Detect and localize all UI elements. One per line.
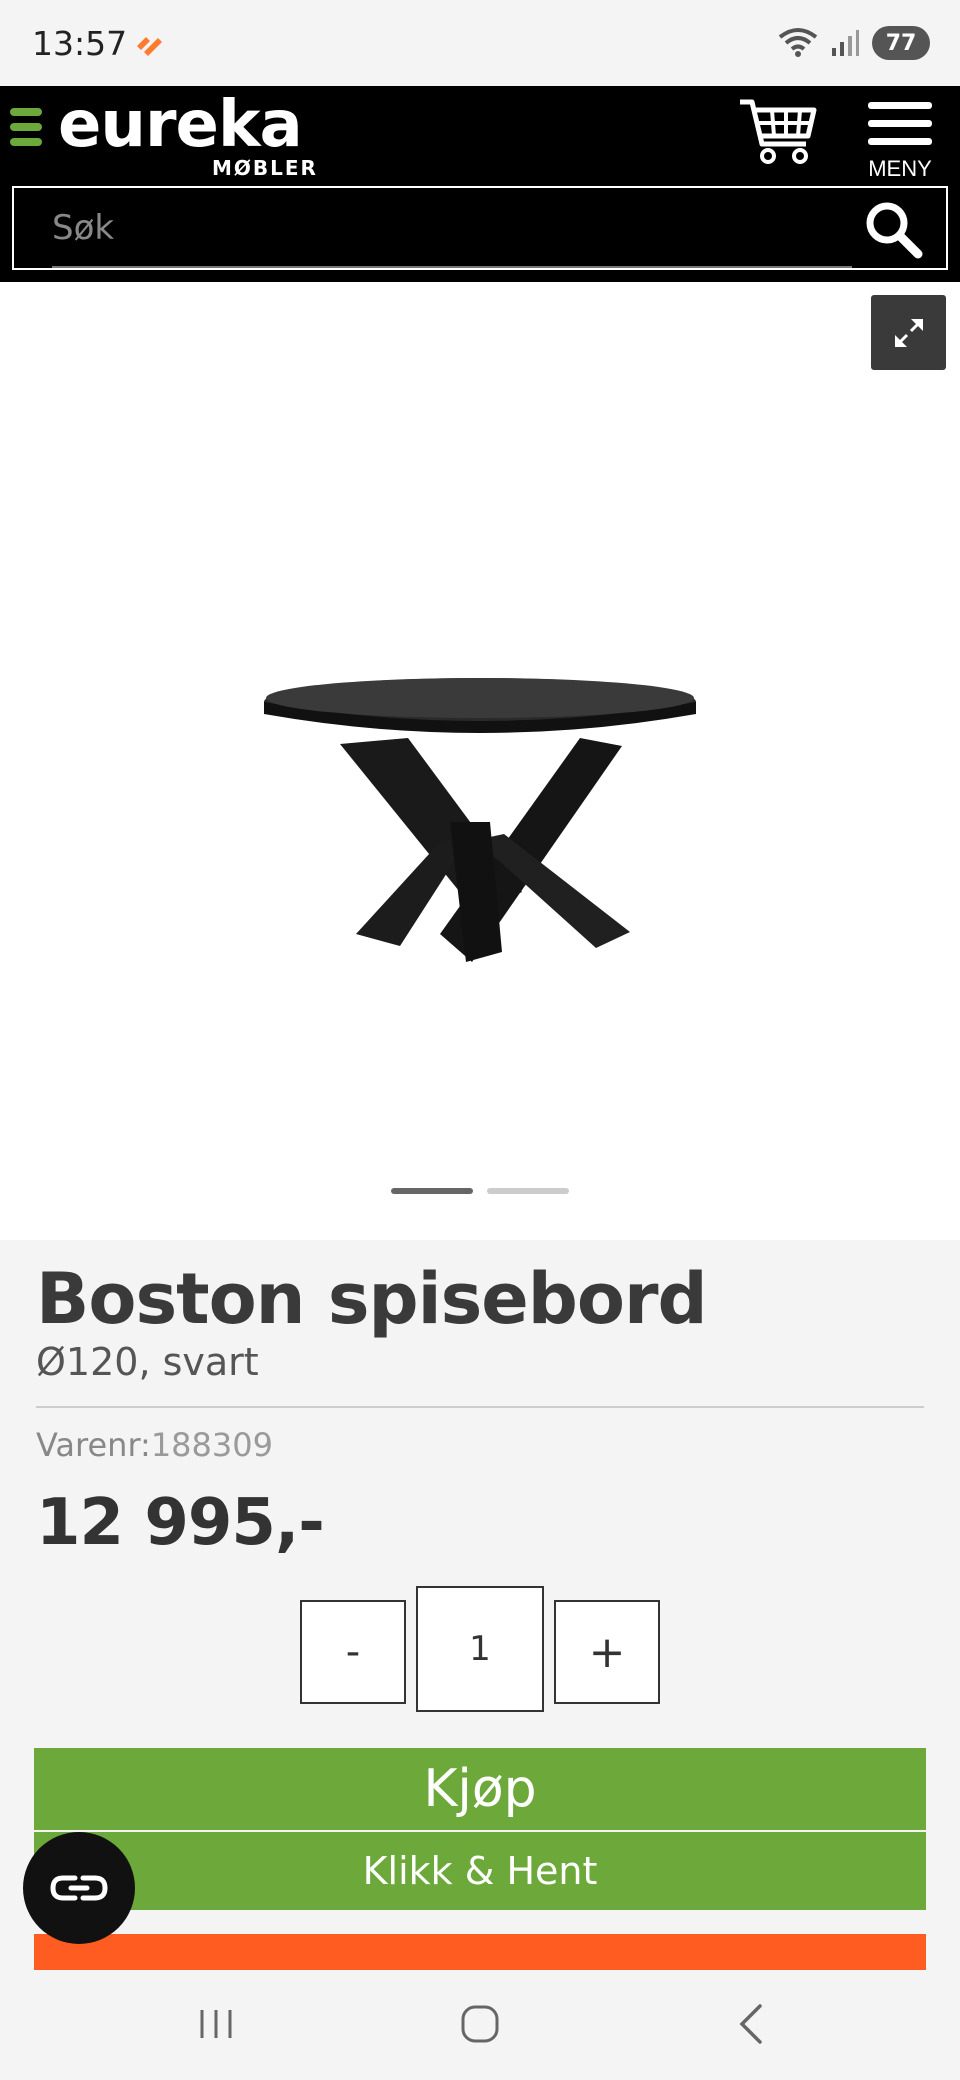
divider [36,1406,924,1408]
chat-icon [50,1875,108,1901]
product-image [264,678,696,962]
gallery-dot-2[interactable] [487,1188,569,1194]
search-icon [866,202,923,259]
cart-button[interactable] [736,94,820,170]
status-time: 13:57 [32,24,128,63]
product-gallery[interactable] [0,282,960,1240]
chat-button[interactable] [23,1832,135,1944]
home-icon[interactable] [460,2004,500,2044]
wifi-icon [778,28,818,57]
signal-icon [832,30,859,56]
orange-action-bar[interactable] [34,1934,926,1970]
menu-icon [860,94,940,145]
sku-label: Varenr: [36,1426,151,1464]
logo[interactable]: eureka [58,88,303,162]
search-button[interactable] [862,198,924,260]
product-title: Boston spisebord [36,1258,708,1340]
product-subtitle: Ø120, svart [36,1340,259,1384]
recents-icon[interactable] [196,2006,236,2042]
search-box [12,186,948,270]
sku-number: 188309 [150,1426,273,1464]
buy-button[interactable]: Kjøp [34,1748,926,1830]
menu-label: MENY [868,156,932,181]
status-bar: 13:57 77 [0,0,960,86]
menu-button[interactable]: MENY [860,94,940,194]
app-notification-icon [137,37,162,56]
battery-icon: 77 [872,26,930,60]
cart-icon [740,99,817,164]
gallery-dot-1[interactable] [391,1188,473,1194]
product-price: 12 995,- [36,1486,325,1560]
fullscreen-button[interactable] [871,295,946,370]
logo-mark-icon [10,108,42,153]
quantity-decrease-button[interactable]: - [300,1600,406,1704]
search-underline [52,266,852,268]
back-icon[interactable] [736,2002,766,2046]
site-header: eureka MØBLER MENY [0,86,960,282]
product-sku: Varenr:188309 [36,1426,273,1464]
quantity-input[interactable]: 1 [416,1586,544,1712]
click-and-collect-button[interactable]: Klikk & Hent [34,1832,926,1910]
quantity-increase-button[interactable]: + [554,1600,660,1704]
gallery-pagination [0,1188,960,1194]
logo-subtitle: MØBLER [212,156,318,180]
expand-icon [894,318,923,347]
search-input[interactable] [52,198,842,258]
system-nav-bar [0,1970,960,2080]
